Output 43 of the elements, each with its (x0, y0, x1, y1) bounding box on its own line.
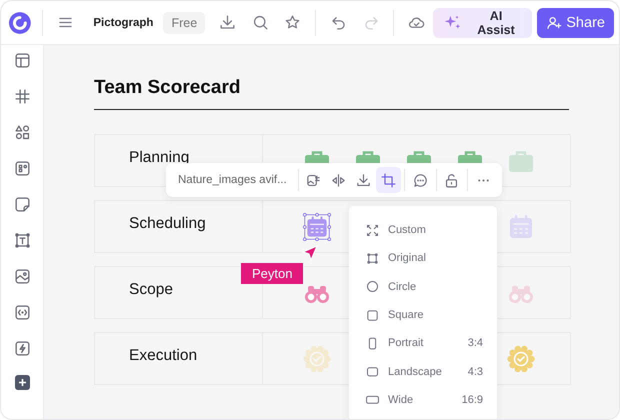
plan-badge: Free (163, 12, 206, 34)
check-badge-icon[interactable] (507, 344, 535, 372)
row-label: Execution (95, 333, 263, 384)
aspect-ratio: 16:9 (462, 394, 483, 406)
add-user-icon (546, 14, 562, 30)
circle-icon (365, 279, 380, 294)
crop-option[interactable]: Custom (349, 216, 497, 244)
add-icon[interactable] (14, 375, 30, 390)
row-label: Scheduling (95, 201, 263, 252)
image-icon[interactable] (12, 267, 32, 286)
sticky-note-icon[interactable] (12, 195, 32, 214)
download-icon[interactable] (355, 172, 372, 188)
aspect-ratio: 3:4 (468, 337, 483, 350)
check-badge-icon[interactable] (303, 344, 331, 372)
grid-icon[interactable] (12, 87, 32, 106)
layout-icon[interactable] (12, 51, 32, 70)
code-icon[interactable] (12, 303, 32, 322)
collaborator-name-tag: Peyton (241, 263, 304, 284)
crop-option[interactable]: Circle (349, 272, 497, 301)
square-icon (365, 308, 380, 323)
expand-icon (365, 222, 380, 238)
share-button[interactable]: Share (537, 8, 614, 38)
selected-calendar-icon[interactable] (303, 210, 331, 242)
text-frame-icon[interactable] (12, 231, 32, 250)
flip-icon[interactable] (330, 172, 348, 188)
crop-option[interactable]: Portrait 3:4 (349, 329, 497, 358)
crop-option[interactable]: Original (349, 244, 497, 273)
logo-icon[interactable] (8, 10, 32, 34)
frame-icon (365, 250, 380, 266)
shapes-icon[interactable] (12, 123, 32, 142)
document-title: Team Scorecard (94, 77, 569, 110)
crop-option[interactable]: Wide 16:9 (349, 386, 497, 414)
crop-icon (380, 172, 397, 188)
app-title: Pictograph (93, 16, 154, 28)
cursor-icon (301, 244, 319, 262)
lightning-icon[interactable] (12, 339, 32, 358)
widgets-icon[interactable] (12, 159, 32, 178)
crop-option[interactable]: Square (349, 300, 497, 330)
crop-button[interactable] (376, 167, 401, 193)
aspect-ratio: 4:3 (468, 366, 483, 378)
comment-icon[interactable] (412, 172, 429, 188)
ai-assist-button[interactable]: AI Assist (433, 8, 532, 38)
crop-option[interactable]: Landscape 4:3 (349, 357, 497, 386)
